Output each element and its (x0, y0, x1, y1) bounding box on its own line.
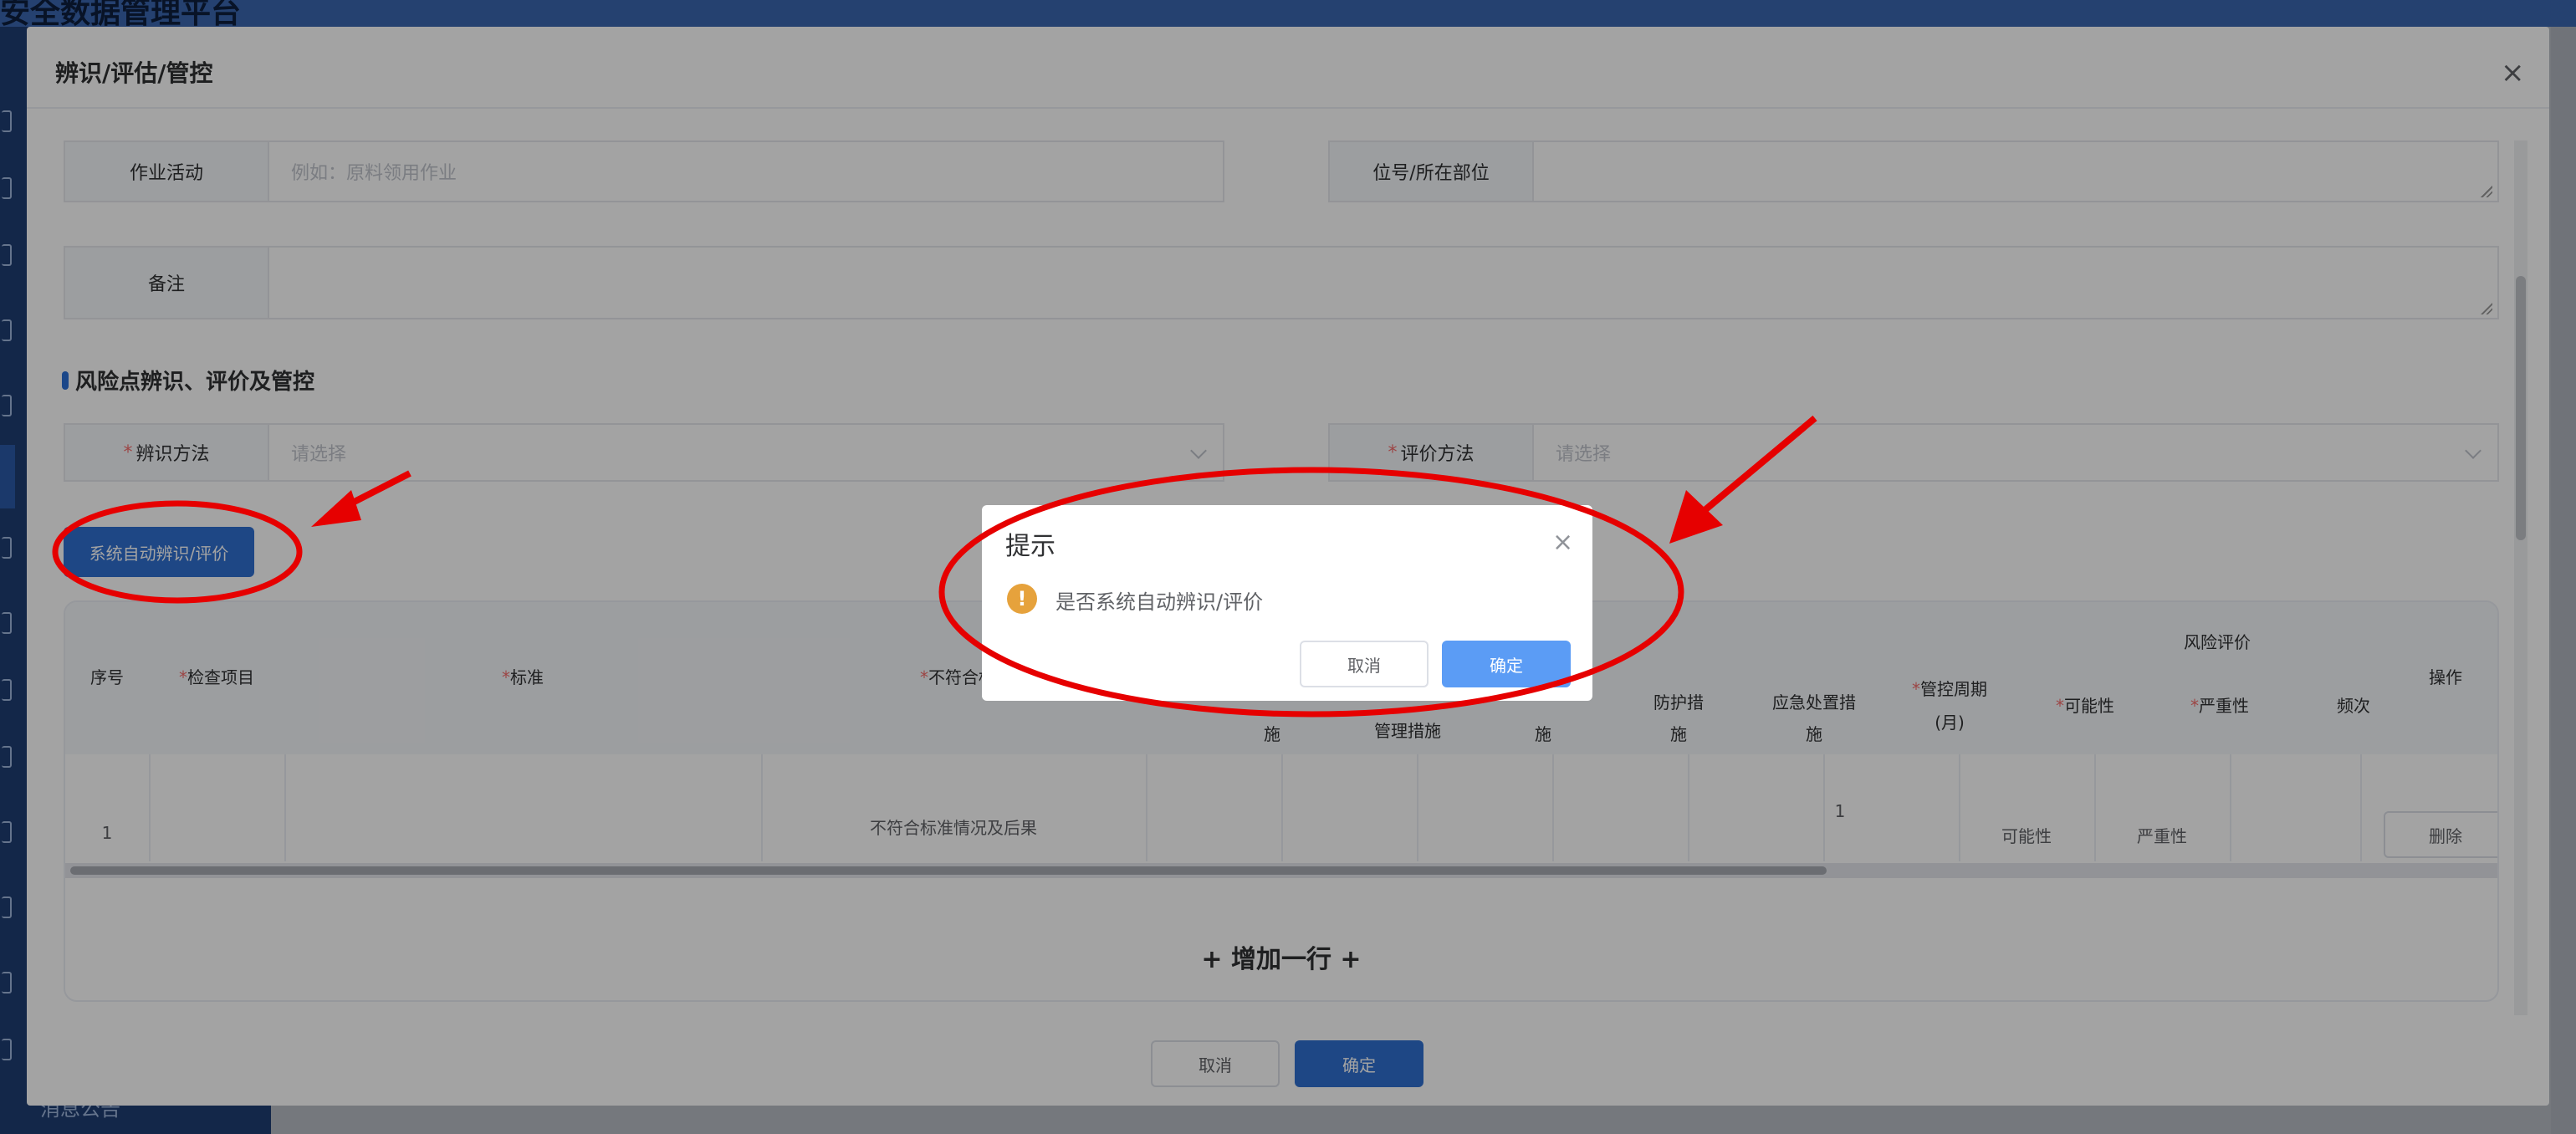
message-box-text: 是否系统自动辨识/评价 (1055, 590, 1264, 614)
warning-icon: ! (1007, 584, 1037, 614)
message-box-title: 提示 (1005, 532, 1055, 561)
close-icon[interactable]: × (1552, 530, 1573, 555)
confirm-message-box: 提示 × ! 是否系统自动辨识/评价 取消 确定 (982, 505, 1592, 701)
message-cancel-button[interactable]: 取消 (1300, 641, 1429, 687)
message-confirm-button[interactable]: 确定 (1442, 641, 1571, 687)
